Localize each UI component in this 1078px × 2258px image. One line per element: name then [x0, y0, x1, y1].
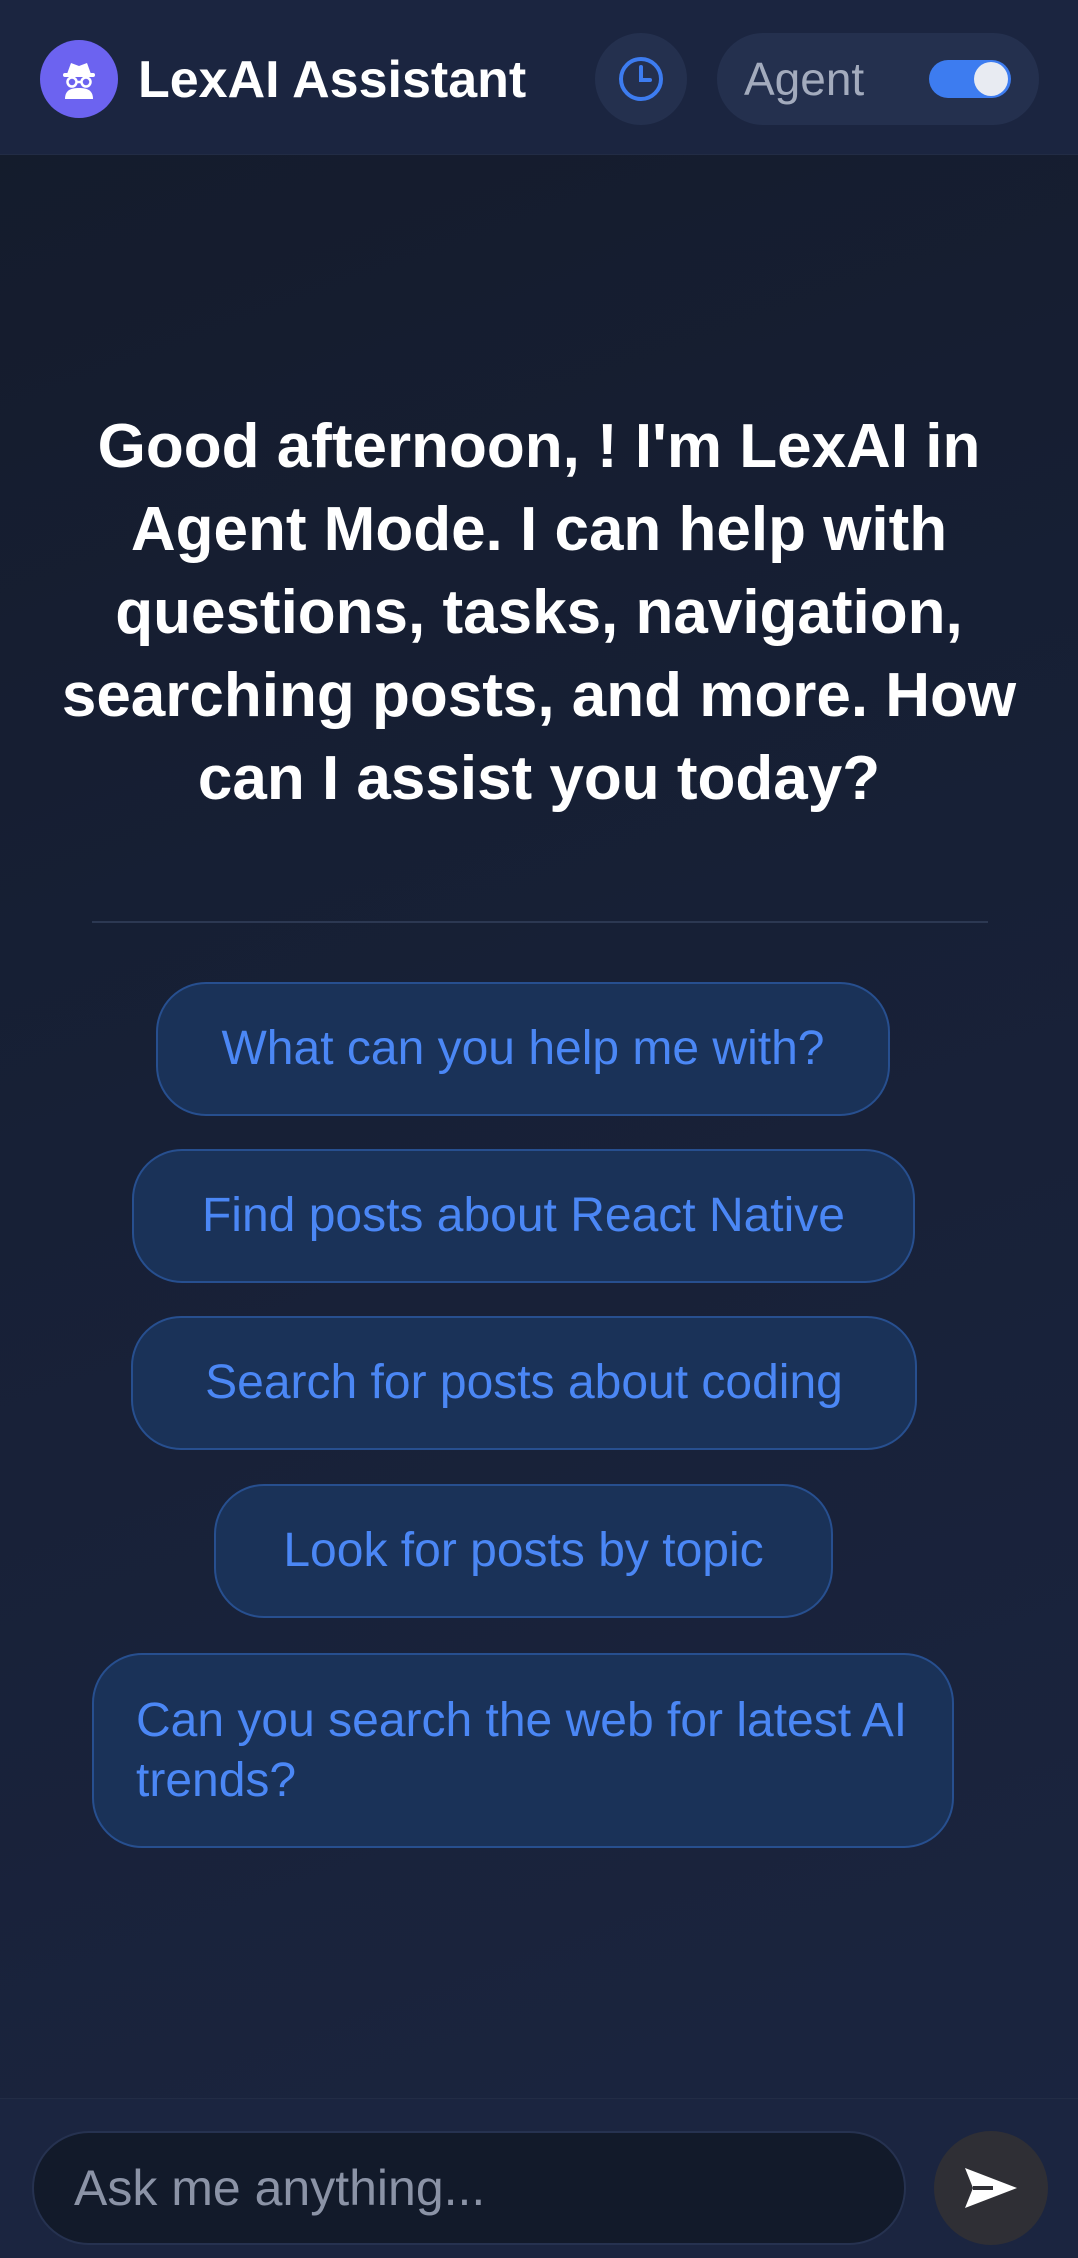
agent-mode-label: Agent: [744, 53, 865, 105]
top-header: LexAI Assistant Agent: [0, 0, 1078, 155]
incognito-agent-icon: [63, 63, 95, 99]
composer-bar: [0, 2098, 1078, 2258]
suggestion-chip[interactable]: Find posts about React Native: [132, 1149, 915, 1283]
chat-screen: LexAI Assistant Agent Good afternoon, ! …: [0, 0, 1078, 2258]
agent-mode-switch[interactable]: Agent: [717, 33, 1039, 125]
agent-mode-toggle[interactable]: [929, 60, 1011, 98]
suggestion-chip[interactable]: Look for posts by topic: [214, 1484, 833, 1618]
send-arrow-icon: [965, 2168, 1017, 2208]
suggestion-chip[interactable]: What can you help me with?: [156, 982, 890, 1116]
clock-icon: [619, 57, 663, 101]
history-button[interactable]: [595, 33, 687, 125]
app-title: LexAI Assistant: [138, 51, 527, 109]
message-input[interactable]: [32, 2131, 906, 2245]
greeting-message: Good afternoon, ! I'm LexAI in Agent Mod…: [61, 412, 1017, 813]
divider: [92, 921, 988, 923]
suggestion-chip[interactable]: Search for posts about coding: [131, 1316, 917, 1450]
suggestion-chip[interactable]: Can you search the web for latest AI tre…: [92, 1653, 954, 1848]
assistant-avatar: [40, 40, 118, 118]
toggle-knob: [974, 62, 1008, 96]
send-button[interactable]: [934, 2131, 1048, 2245]
